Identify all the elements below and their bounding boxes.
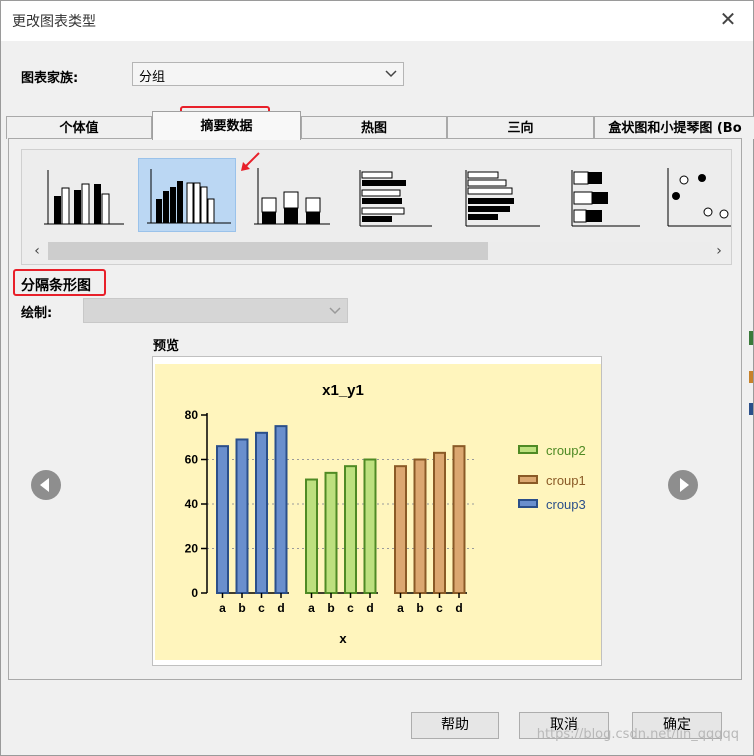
x-tick-label: c bbox=[436, 601, 443, 615]
tab-heatmap[interactable]: 热图 bbox=[301, 116, 447, 139]
x-tick-label: b bbox=[238, 601, 245, 615]
highlight-box-type-name bbox=[13, 269, 106, 296]
chart-type-icon-horizontal-bars[interactable] bbox=[354, 158, 452, 232]
tab-summary-data[interactable]: 摘要数据 bbox=[152, 111, 301, 140]
bar-croup1-d bbox=[452, 445, 466, 595]
scrollbar-thumb[interactable] bbox=[48, 242, 488, 260]
annotation-arrow-icon bbox=[241, 152, 260, 171]
chevron-down-icon bbox=[385, 70, 397, 78]
edge-mark bbox=[749, 331, 753, 345]
bar-croup3-b bbox=[235, 438, 249, 594]
chart-category-tabs: 个体值 摘要数据 热图 三向 盒状图和小提琴图 (Bo bbox=[1, 111, 754, 140]
y-tick-label: 0 bbox=[191, 586, 198, 600]
x-tick-label: d bbox=[455, 601, 462, 615]
next-preview-button[interactable] bbox=[668, 470, 698, 500]
tab-three-way[interactable]: 三向 bbox=[447, 116, 594, 139]
dialog-title: 更改图表类型 bbox=[12, 14, 96, 30]
legend-label-croup2: croup2 bbox=[546, 443, 586, 458]
bar-croup3-a bbox=[216, 445, 229, 595]
chart-type-icon-grouped-bars[interactable] bbox=[30, 158, 128, 232]
bar-croup2-d bbox=[363, 458, 377, 594]
y-tick-label: 40 bbox=[185, 497, 199, 511]
bar-croup3-d bbox=[274, 425, 288, 594]
y-tick-label: 80 bbox=[185, 408, 199, 422]
watermark-text: https://blog.csdn.net/lin_qqqqq bbox=[536, 727, 739, 742]
edge-mark bbox=[749, 403, 753, 415]
chevron-left-icon[interactable]: ‹ bbox=[30, 241, 44, 261]
x-tick-label: c bbox=[347, 601, 354, 615]
bar-croup2-a bbox=[305, 478, 318, 594]
chart-type-icon-separated-bars[interactable] bbox=[138, 158, 236, 232]
change-chart-type-dialog: 更改图表类型 ✕ 图表家族: 分组 个体值 摘要数据 热图 三向 盒状图和小提琴… bbox=[0, 0, 754, 756]
chart-family-label: 图表家族: bbox=[21, 71, 79, 86]
triangle-left-icon bbox=[40, 478, 49, 492]
bar-croup2-b bbox=[324, 471, 338, 594]
x-tick-label: a bbox=[219, 601, 226, 615]
y-tick-label: 20 bbox=[185, 542, 199, 556]
triangle-right-icon bbox=[680, 478, 689, 492]
preview-panel: x1_y1 x 0 20 40 60 80 a b c d a b c d a b c d croup2 croup… bbox=[152, 356, 602, 666]
bar-croup3-c bbox=[255, 431, 268, 594]
x-tick-label: d bbox=[277, 601, 284, 615]
bar-croup1-a bbox=[394, 465, 407, 594]
chart-family-value: 分组 bbox=[139, 70, 166, 85]
x-tick-label: d bbox=[366, 601, 373, 615]
legend-swatch-croup3 bbox=[518, 499, 538, 508]
chart-type-icon-horizontal-separated-bars[interactable] bbox=[460, 158, 558, 232]
bar-croup2-c bbox=[344, 465, 357, 594]
chart-title: x1_y1 bbox=[322, 382, 364, 399]
x-tick-label: a bbox=[397, 601, 404, 615]
preview-chart: x1_y1 x 020406080a b c d a b c d a b c dcroup2croup… bbox=[155, 364, 601, 660]
y-tick-label: 60 bbox=[185, 453, 199, 467]
preview-label: 预览 bbox=[153, 339, 180, 354]
bar-croup1-b bbox=[413, 458, 427, 594]
bar-croup1-c bbox=[433, 451, 446, 594]
chart-type-icon-horizontal-stacked-bars[interactable] bbox=[566, 158, 664, 232]
tab-individual-values[interactable]: 个体值 bbox=[6, 116, 152, 139]
close-icon[interactable]: ✕ bbox=[717, 8, 739, 30]
x-tick-label: a bbox=[308, 601, 315, 615]
chevron-down-icon bbox=[329, 307, 341, 315]
legend-label-croup1: croup1 bbox=[546, 473, 586, 488]
legend-label-croup3: croup3 bbox=[546, 497, 586, 512]
x-tick-label: b bbox=[416, 601, 423, 615]
tab-box-violin[interactable]: 盒状图和小提琴图 (Bo bbox=[594, 116, 754, 139]
gallery-scrollbar[interactable]: ‹ › bbox=[30, 240, 730, 262]
draw-select[interactable] bbox=[83, 298, 348, 323]
draw-label: 绘制: bbox=[21, 306, 53, 321]
legend-swatch-croup1 bbox=[518, 475, 538, 484]
previous-preview-button[interactable] bbox=[31, 470, 61, 500]
chart-type-icon-scatter[interactable] bbox=[664, 158, 731, 232]
help-button[interactable]: 帮助 bbox=[411, 712, 499, 739]
x-tick-label: b bbox=[327, 601, 334, 615]
title-bar: 更改图表类型 ✕ bbox=[1, 1, 753, 41]
x-axis-label: x bbox=[339, 631, 347, 646]
legend-swatch-croup2 bbox=[518, 445, 538, 454]
chart-family-select[interactable]: 分组 bbox=[132, 62, 404, 86]
x-tick-label: c bbox=[258, 601, 265, 615]
chevron-right-icon[interactable]: › bbox=[712, 241, 726, 261]
edge-mark bbox=[749, 371, 753, 383]
